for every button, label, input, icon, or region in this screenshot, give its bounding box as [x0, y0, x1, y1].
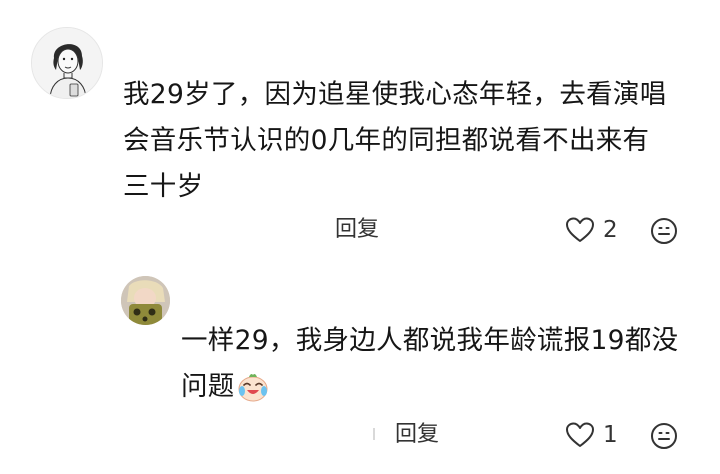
react-button[interactable] [650, 422, 678, 454]
heart-outline-icon [566, 422, 594, 447]
smiley-face-icon [651, 218, 677, 244]
user-avatar-photo-icon [121, 276, 170, 325]
comment-text-line: 我29岁了，因为追星使我心态年轻，去看演唱 [123, 79, 667, 110]
laugh-cry-emoji-icon [237, 371, 269, 417]
comment-text-line: 会音乐节认识的0几年的同担都说看不出来有 [123, 125, 650, 156]
reply-body: 一样29，我身边人都说我年龄谎报19都没 问题 [181, 318, 678, 410]
reply-button[interactable]: 回复 [395, 424, 439, 446]
divider-mark [373, 428, 375, 440]
heart-outline-icon [566, 217, 594, 242]
comment-avatar[interactable] [31, 27, 103, 99]
reply-text-line: 问题 [181, 364, 678, 410]
react-button[interactable] [650, 217, 678, 249]
reply-text-line: 一样29，我身边人都说我年龄谎报19都没 [181, 325, 679, 356]
like-count: 1 [603, 421, 618, 448]
like-button[interactable]: 2 [565, 216, 618, 244]
reply-avatar[interactable] [121, 276, 170, 325]
reply-button[interactable]: 回复 [335, 219, 379, 241]
reply-text-segment: 问题 [181, 371, 235, 402]
comment-body: 我29岁了，因为追星使我心态年轻，去看演唱 会音乐节认识的0几年的同担都说看不出… [123, 72, 667, 210]
user-avatar-sketch-icon [32, 28, 102, 98]
like-count: 2 [603, 216, 618, 243]
smiley-face-icon [651, 423, 677, 449]
like-button[interactable]: 1 [565, 421, 618, 449]
comment-text-line: 三十岁 [123, 171, 204, 202]
